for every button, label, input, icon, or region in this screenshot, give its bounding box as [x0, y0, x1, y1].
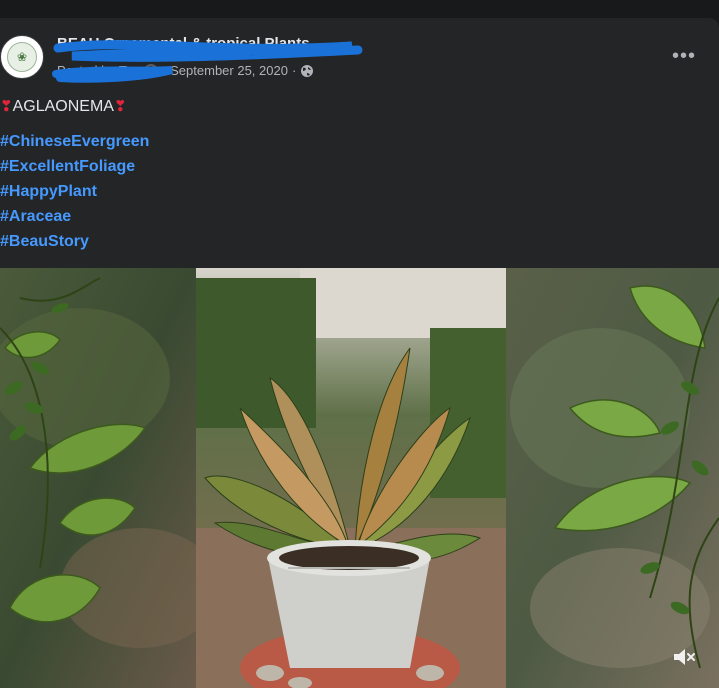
more-options-button[interactable]: •••: [669, 44, 699, 68]
meta-separator: ·: [161, 63, 167, 78]
hashtag-link[interactable]: #BeauStory: [0, 229, 149, 254]
page-avatar[interactable]: ❀: [0, 35, 44, 79]
post-card: ❀ BEAU Ornamental & tropical Plants Post…: [0, 18, 719, 688]
video-frame: [0, 268, 719, 688]
top-bar: [0, 0, 719, 18]
hashtag-link[interactable]: #HappyPlant: [0, 179, 149, 204]
heart-icon: ❣: [0, 98, 13, 115]
author-prefix: Posted by: [57, 63, 115, 78]
ellipsis-icon: •••: [671, 44, 696, 67]
post-body: ❣ AGLAONEMA ❣ #ChineseEvergreen #Excelle…: [0, 94, 149, 254]
post-title-line: ❣ AGLAONEMA ❣: [0, 94, 149, 119]
post-header: ❀ BEAU Ornamental & tropical Plants Post…: [0, 18, 719, 88]
post-title: AGLAONEMA: [12, 98, 114, 115]
meta-separator: ·: [291, 63, 297, 78]
info-icon[interactable]: ?: [143, 63, 158, 78]
hashtag-link[interactable]: #Araceae: [0, 204, 149, 229]
post-meta: Posted by Tan ? · September 25, 2020 ·: [57, 63, 314, 78]
heart-icon: ❣: [113, 98, 127, 115]
video-player[interactable]: [0, 268, 719, 688]
globe-icon: [301, 64, 314, 77]
hashtag-link[interactable]: #ChineseEvergreen: [0, 129, 149, 154]
avatar-logo-icon: ❀: [7, 42, 37, 72]
post-date[interactable]: September 25, 2020: [170, 63, 288, 78]
page-name[interactable]: BEAU Ornamental & tropical Plants: [57, 35, 310, 52]
speaker-muted-icon[interactable]: [672, 646, 698, 668]
author-name[interactable]: Tan: [119, 63, 140, 78]
hashtag-link[interactable]: #ExcellentFoliage: [0, 154, 149, 179]
